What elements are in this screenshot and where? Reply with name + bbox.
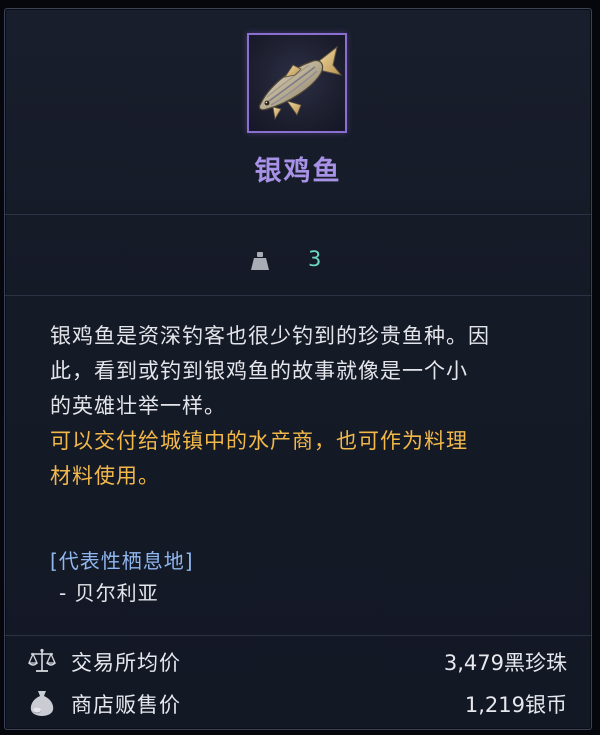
weight-divider <box>5 295 591 296</box>
market-price-label: 交易所均价 <box>71 651 181 675</box>
usage-note-line: 材料使用。 <box>50 464 160 488</box>
usage-note-line: 可以交付给城镇中的水产商，也可作为料理 <box>50 429 468 453</box>
habitat-item: - 贝尔利亚 <box>59 581 159 605</box>
shop-price-label: 商店贩售价 <box>71 693 181 717</box>
market-price-value: 3,479黑珍珠 <box>443 651 567 675</box>
money-bag-icon <box>30 691 54 716</box>
weight-icon <box>251 252 269 270</box>
description-line: 银鸡鱼是资深钓客也很少钓到的珍贵鱼种。因 <box>50 324 490 348</box>
silver-fish-icon <box>258 45 343 121</box>
item-header: 银鸡鱼 <box>5 9 591 214</box>
habitat-title: [代表性栖息地] <box>50 549 194 573</box>
market-price-row: 交易所均价 3,479黑珍珠 <box>5 641 591 681</box>
weight-value: 3 <box>308 247 322 271</box>
price-divider <box>5 635 591 636</box>
description-line: 的英雄壮举一样。 <box>50 394 226 418</box>
item-icon-frame <box>247 33 347 133</box>
description-line: 此，看到或钓到银鸡鱼的故事就像是一个小 <box>50 359 468 383</box>
item-description: 银鸡鱼是资深钓客也很少钓到的珍贵鱼种。因 此，看到或钓到银鸡鱼的故事就像是一个小… <box>50 319 560 494</box>
shop-price-row: 商店贩售价 1,219银币 <box>5 683 591 723</box>
weight-row: 3 <box>5 215 591 295</box>
shop-price-value: 1,219银币 <box>464 693 567 717</box>
item-tooltip: 银鸡鱼 3 银鸡鱼是资深钓客也很少钓到的珍贵鱼种。因 此，看到或钓到银鸡鱼的故事… <box>4 8 592 730</box>
scale-icon <box>27 648 57 672</box>
item-name: 银鸡鱼 <box>254 156 342 187</box>
